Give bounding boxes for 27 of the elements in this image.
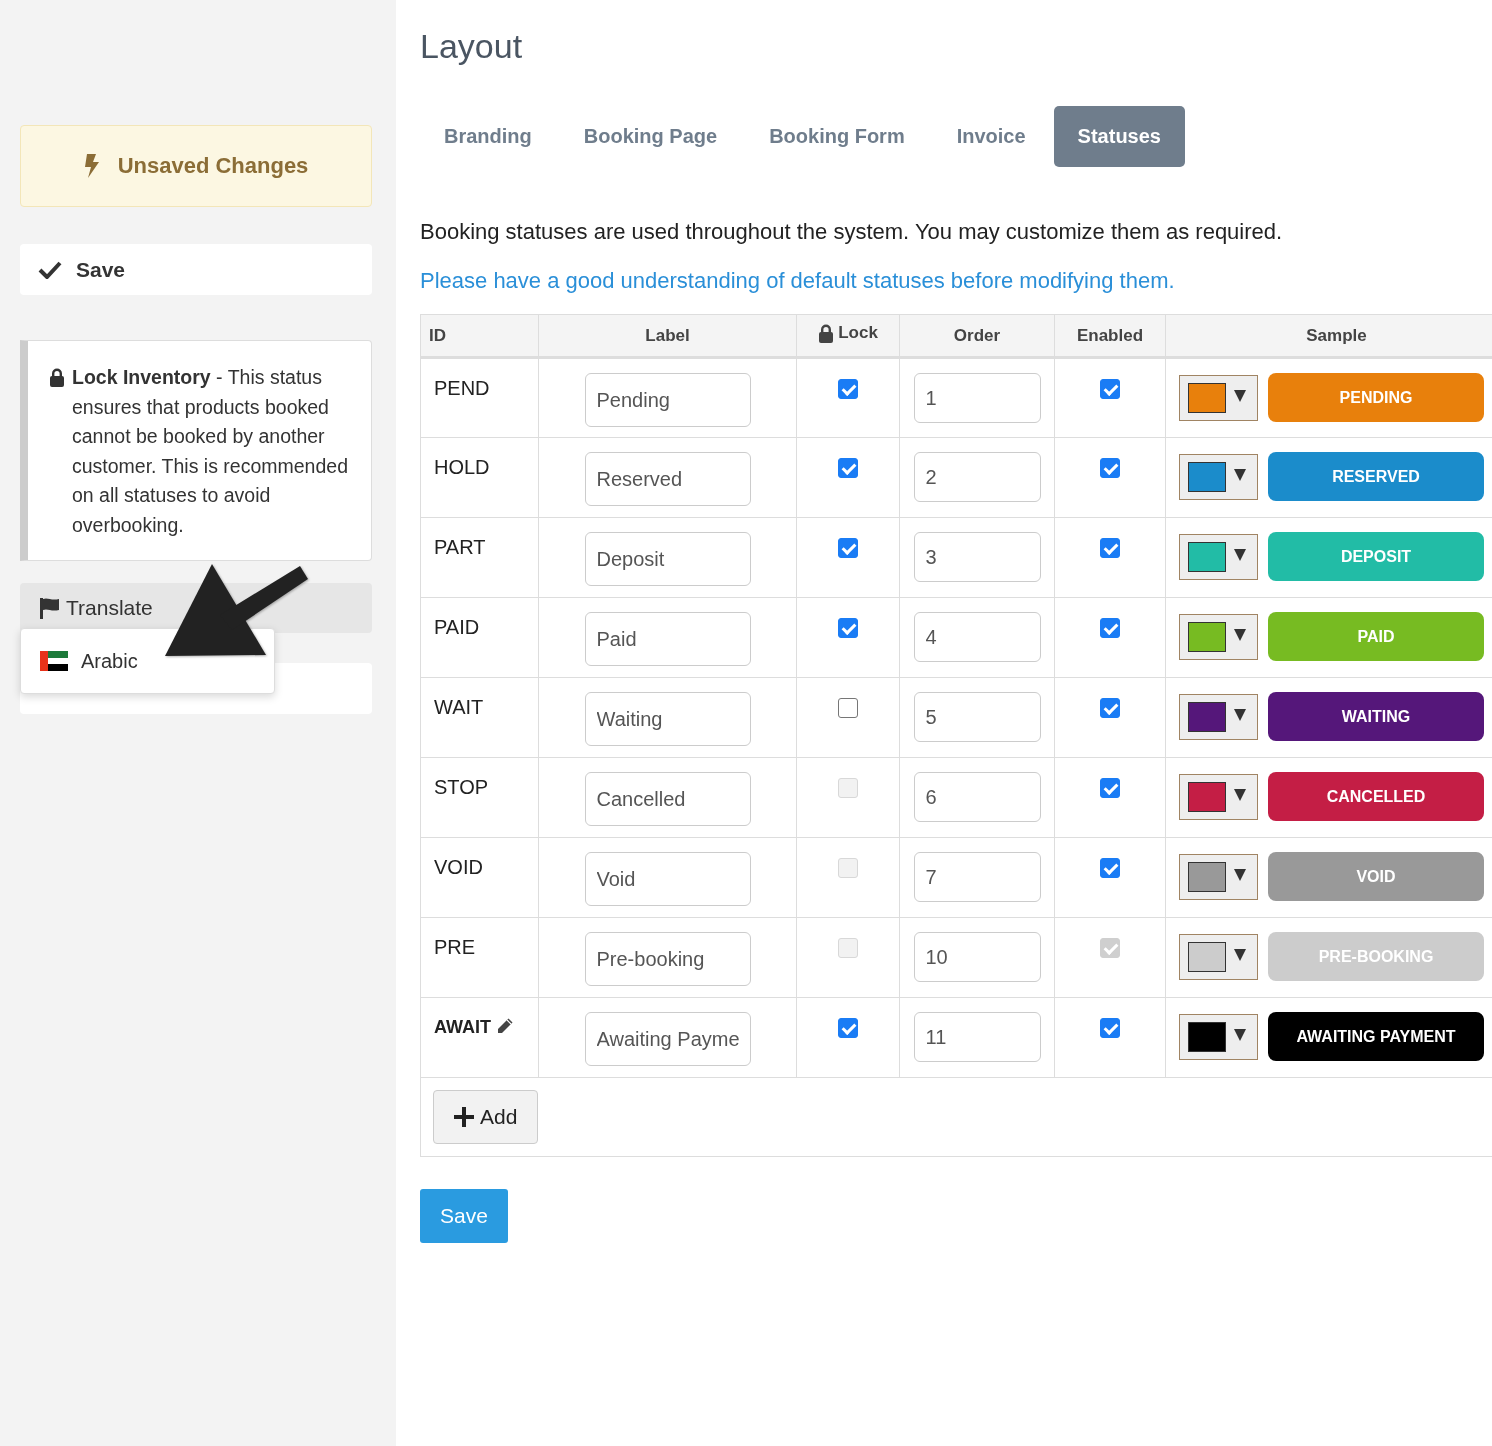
column-header: Label: [645, 325, 690, 346]
status-id: WAIT: [434, 696, 484, 718]
status-id: PAID: [434, 616, 480, 638]
status-id: PRE: [434, 936, 476, 958]
page-title: Layout: [420, 26, 524, 66]
column-header: Sample: [1306, 325, 1367, 346]
status-id: PART: [434, 536, 486, 558]
column-header: Enabled: [1076, 325, 1144, 346]
notice-text: Unsaved Changes: [117, 153, 309, 179]
status-badge: PENDING: [1268, 373, 1484, 422]
note-text: Lock Inventory - This status ensures that products booked cannot be booked by another customer. This is recommended on all statuses to avoid overbooking.: [72, 365, 349, 538]
column-header: ID: [429, 325, 446, 346]
status-badge: PAID: [1268, 612, 1484, 661]
status-badge: WAITING: [1268, 692, 1484, 741]
description-text: Booking statuses are used throughout the system. You may customize them as required.: [420, 219, 1284, 245]
column-header: Order: [953, 325, 1001, 346]
status-id: STOP: [434, 776, 489, 798]
status-id: VOID: [434, 856, 483, 878]
status-badge: RESERVED: [1268, 452, 1484, 501]
status-badge: CANCELLED: [1268, 772, 1484, 821]
status-id: HOLD: [434, 456, 490, 478]
status-badge: DEPOSIT: [1268, 532, 1484, 581]
column-header: Lock: [818, 323, 878, 344]
status-badge: AWAITING PAYMENT: [1268, 1012, 1484, 1061]
status-badge: VOID: [1268, 852, 1484, 901]
status-id: AWAIT: [434, 1017, 491, 1037]
status-id: PEND: [434, 377, 490, 399]
